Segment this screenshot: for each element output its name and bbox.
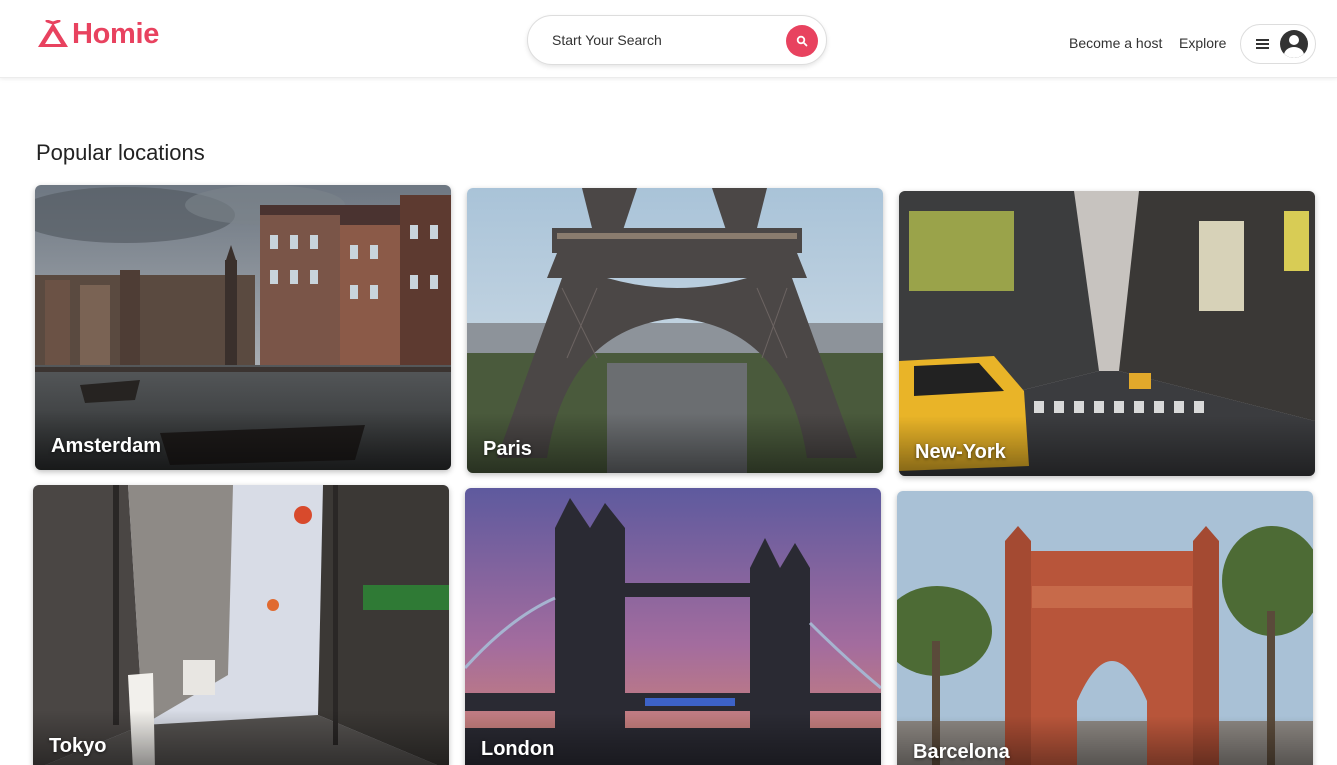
location-name: Tokyo bbox=[49, 735, 107, 757]
location-card-new-york[interactable]: New-York bbox=[899, 191, 1315, 476]
location-card-tokyo[interactable]: Tokyo bbox=[33, 485, 449, 765]
location-card-barcelona[interactable]: Barcelona bbox=[897, 491, 1313, 765]
explore-link[interactable]: Explore bbox=[1179, 35, 1226, 51]
location-name: Paris bbox=[483, 438, 532, 460]
section-title: Popular locations bbox=[36, 140, 205, 165]
location-name: London bbox=[481, 738, 555, 760]
tent-logo-icon bbox=[36, 19, 70, 50]
location-name: New-York bbox=[915, 441, 1006, 463]
user-menu-button[interactable] bbox=[1240, 24, 1316, 64]
search-icon bbox=[796, 35, 808, 47]
search-button[interactable] bbox=[786, 25, 818, 57]
hamburger-menu-icon bbox=[1256, 39, 1269, 49]
top-header: Homie Start Your Search Become a host Ex… bbox=[0, 0, 1337, 78]
location-card-london[interactable]: London bbox=[465, 488, 881, 765]
user-avatar-icon bbox=[1280, 30, 1308, 58]
become-host-link[interactable]: Become a host bbox=[1069, 35, 1162, 51]
location-card-paris[interactable]: Paris bbox=[467, 188, 883, 473]
location-name: Barcelona bbox=[913, 741, 1010, 763]
logo-text: Homie bbox=[72, 18, 160, 50]
search-placeholder[interactable]: Start Your Search bbox=[552, 32, 662, 48]
homie-logo[interactable]: Homie bbox=[36, 18, 159, 51]
search-bar[interactable]: Start Your Search bbox=[527, 15, 827, 65]
location-card-amsterdam[interactable]: Amsterdam bbox=[35, 185, 451, 470]
location-name: Amsterdam bbox=[51, 435, 162, 457]
